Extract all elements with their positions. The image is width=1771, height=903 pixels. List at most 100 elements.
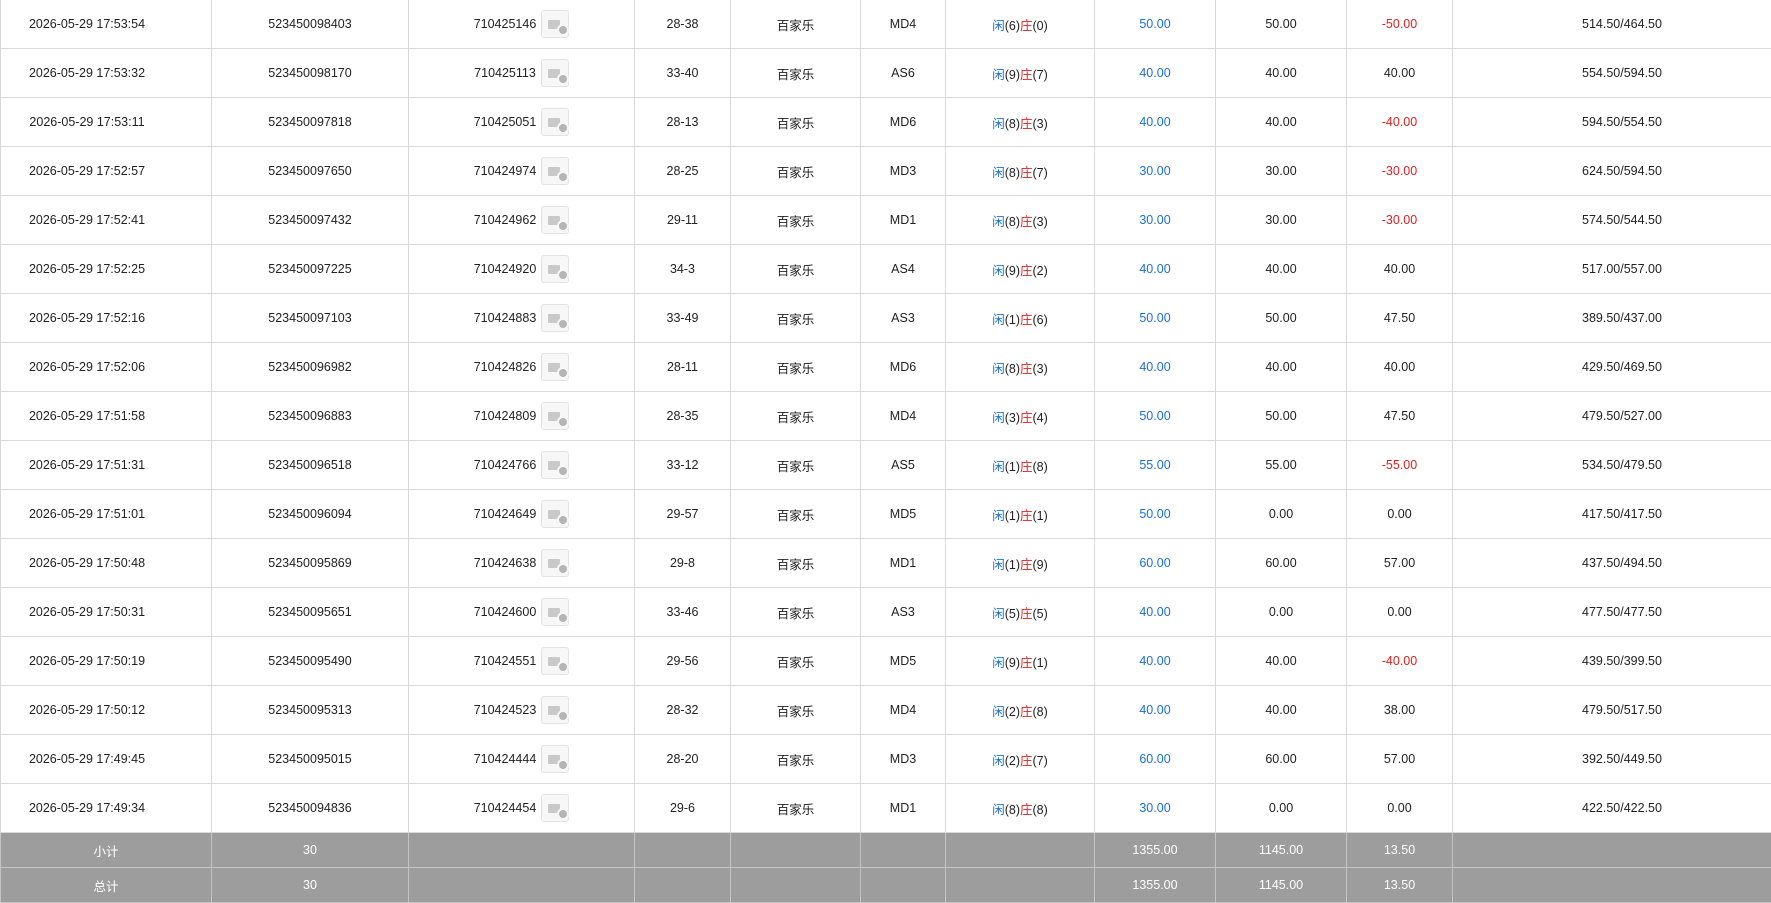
banker-points: (8) [1033, 803, 1048, 817]
player-label: 闲 [992, 460, 1005, 474]
game-number: 710424920 [474, 262, 537, 276]
game-type: 百家乐 [731, 784, 861, 833]
detail-icon[interactable] [541, 647, 569, 675]
game-type: 百家乐 [731, 98, 861, 147]
valid-bet: 40.00 [1216, 686, 1347, 735]
detail-icon[interactable] [541, 500, 569, 528]
game-result: 闲(5)庄(5) [946, 588, 1095, 637]
detail-icon[interactable] [541, 157, 569, 185]
order-number: 523450096883 [212, 392, 409, 441]
banker-label: 庄 [1020, 460, 1033, 474]
bet-time: 2026-05-29 17:50:31 [1, 588, 212, 637]
detail-icon[interactable] [541, 402, 569, 430]
detail-icon[interactable] [541, 353, 569, 381]
banker-label: 庄 [1020, 313, 1033, 327]
detail-icon[interactable] [541, 206, 569, 234]
detail-icon[interactable] [541, 696, 569, 724]
banker-points: (4) [1033, 411, 1048, 425]
banker-label: 庄 [1020, 117, 1033, 131]
player-label: 闲 [992, 264, 1005, 278]
banker-label: 庄 [1020, 803, 1033, 817]
valid-bet: 0.00 [1216, 588, 1347, 637]
bet-amount: 40.00 [1095, 98, 1216, 147]
banker-label: 庄 [1020, 68, 1033, 82]
banker-points: (6) [1033, 313, 1048, 327]
table-row: 2026-05-29 17:50:31523450095651710424600… [1, 588, 1771, 637]
detail-icon[interactable] [541, 59, 569, 87]
bet-amount: 60.00 [1095, 735, 1216, 784]
game-number: 710425146 [474, 17, 537, 31]
game-result: 闲(1)庄(9) [946, 539, 1095, 588]
game-type: 百家乐 [731, 196, 861, 245]
balance-change: 534.50/479.50 [1453, 441, 1771, 490]
game-type: 百家乐 [731, 245, 861, 294]
game-type: 百家乐 [731, 686, 861, 735]
detail-icon[interactable] [541, 549, 569, 577]
banker-points: (2) [1033, 264, 1048, 278]
table-row: 2026-05-29 17:50:48523450095869710424638… [1, 539, 1771, 588]
shoe-round: 28-13 [635, 98, 731, 147]
player-points: (8) [1005, 117, 1020, 131]
order-number: 523450096982 [212, 343, 409, 392]
bet-time: 2026-05-29 17:52:16 [1, 294, 212, 343]
game-number: 710424766 [474, 458, 537, 472]
bet-amount: 55.00 [1095, 441, 1216, 490]
bet-time: 2026-05-29 17:52:06 [1, 343, 212, 392]
subtotal-label: 小计 [1, 833, 212, 868]
detail-icon[interactable] [541, 794, 569, 822]
detail-icon[interactable] [541, 10, 569, 38]
game-type: 百家乐 [731, 392, 861, 441]
valid-bet: 55.00 [1216, 441, 1347, 490]
player-label: 闲 [992, 117, 1005, 131]
player-points: (2) [1005, 705, 1020, 719]
game-number: 710424649 [474, 507, 537, 521]
detail-icon[interactable] [541, 108, 569, 136]
win-loss: 0.00 [1347, 490, 1453, 539]
game-result: 闲(8)庄(3) [946, 343, 1095, 392]
shoe-round: 34-3 [635, 245, 731, 294]
banker-points: (3) [1033, 117, 1048, 131]
bet-amount: 50.00 [1095, 392, 1216, 441]
bet-time: 2026-05-29 17:51:01 [1, 490, 212, 539]
detail-icon[interactable] [541, 451, 569, 479]
game-type: 百家乐 [731, 49, 861, 98]
banker-points: (1) [1033, 656, 1048, 670]
balance-change: 477.50/477.50 [1453, 588, 1771, 637]
detail-icon[interactable] [541, 255, 569, 283]
table-row: 2026-05-29 17:51:58523450096883710424809… [1, 392, 1771, 441]
total-valid: 1145.00 [1216, 868, 1347, 903]
table-code: AS3 [861, 294, 946, 343]
valid-bet: 0.00 [1216, 784, 1347, 833]
game-number: 710424454 [474, 801, 537, 815]
total-count: 30 [212, 868, 409, 903]
game-type: 百家乐 [731, 441, 861, 490]
player-label: 闲 [992, 558, 1005, 572]
shoe-round: 28-20 [635, 735, 731, 784]
bet-time: 2026-05-29 17:53:11 [1, 98, 212, 147]
game-number: 710424826 [474, 360, 537, 374]
shoe-round: 33-12 [635, 441, 731, 490]
table-row: 2026-05-29 17:49:45523450095015710424444… [1, 735, 1771, 784]
balance-change: 392.50/449.50 [1453, 735, 1771, 784]
player-label: 闲 [992, 362, 1005, 376]
subtotal-row: 小计 30 1355.00 1145.00 13.50 [1, 833, 1771, 868]
valid-bet: 40.00 [1216, 49, 1347, 98]
game-type: 百家乐 [731, 588, 861, 637]
player-points: (9) [1005, 264, 1020, 278]
bet-time: 2026-05-29 17:53:54 [1, 0, 212, 49]
shoe-round: 33-46 [635, 588, 731, 637]
game-result: 闲(2)庄(7) [946, 735, 1095, 784]
game-number-cell: 710424974 [409, 147, 635, 196]
banker-points: (1) [1033, 509, 1048, 523]
player-points: (1) [1005, 509, 1020, 523]
subtotal-count: 30 [212, 833, 409, 868]
detail-icon[interactable] [541, 745, 569, 773]
game-number-cell: 710424523 [409, 686, 635, 735]
bet-amount: 40.00 [1095, 588, 1216, 637]
detail-icon[interactable] [541, 598, 569, 626]
win-loss: -50.00 [1347, 0, 1453, 49]
detail-icon[interactable] [541, 304, 569, 332]
win-loss: -30.00 [1347, 147, 1453, 196]
bet-time: 2026-05-29 17:52:41 [1, 196, 212, 245]
order-number: 523450097818 [212, 98, 409, 147]
